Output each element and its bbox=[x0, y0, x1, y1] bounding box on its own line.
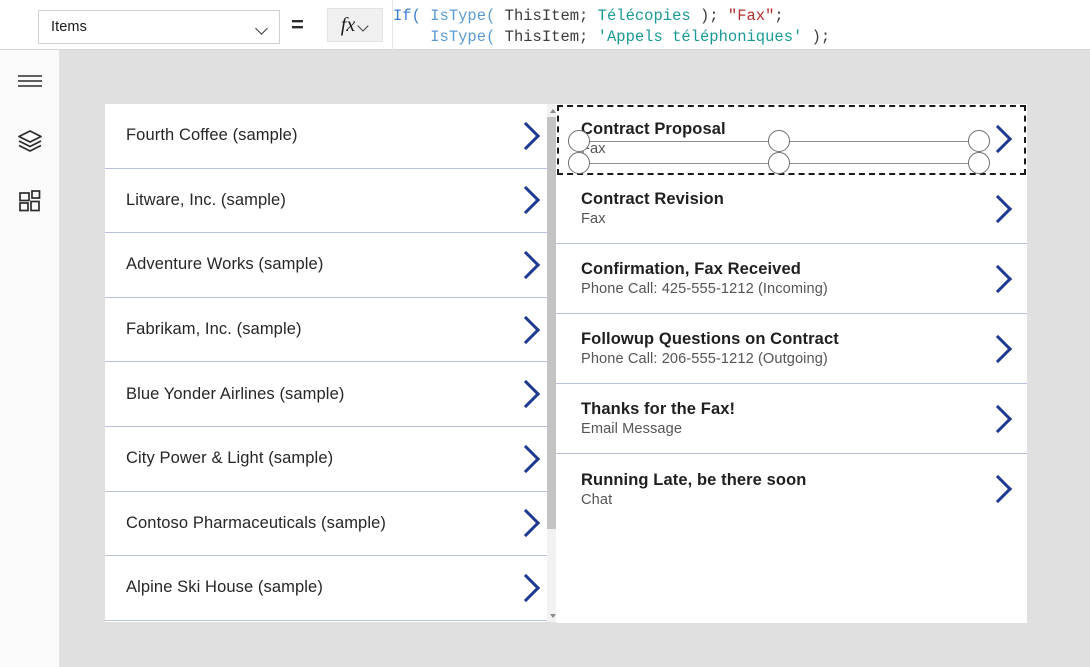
list-item[interactable]: Alpine Ski House (sample) bbox=[105, 556, 557, 621]
list-item-title: Contoso Pharmaceuticals (sample) bbox=[126, 513, 386, 532]
list-item-text: Alpine Ski House (sample) bbox=[126, 578, 505, 597]
list-item[interactable]: Followup Questions on Contract Phone Call… bbox=[556, 314, 1027, 384]
formula-token: ; bbox=[774, 7, 784, 25]
list-item-title: Adventure Works (sample) bbox=[126, 255, 324, 274]
list-item-text: Contract Proposal Fax bbox=[581, 120, 977, 157]
list-item-text: Confirmation, Fax Received Phone Call: 42… bbox=[581, 260, 977, 297]
list-item-text: Fabrikam, Inc. (sample) bbox=[126, 320, 505, 339]
list-item-subtitle: Chat bbox=[581, 491, 613, 508]
power-apps-studio: Items = fx If( IsType( ThisItem; Télécop… bbox=[0, 0, 1090, 667]
chevron-right-icon[interactable] bbox=[985, 122, 1011, 156]
list-item-subtitle: Phone Call: 425-555-1212 (Incoming) bbox=[581, 281, 828, 297]
layers-icon bbox=[17, 129, 43, 158]
chevron-right-icon[interactable] bbox=[513, 183, 539, 217]
formula-token: ThisItem; bbox=[495, 28, 598, 46]
chevron-right-icon[interactable] bbox=[513, 248, 539, 282]
list-item-text: Contoso Pharmaceuticals (sample) bbox=[126, 514, 505, 533]
chevron-right-icon[interactable] bbox=[985, 262, 1011, 296]
list-item-text: City Power & Light (sample) bbox=[126, 449, 505, 468]
list-item[interactable]: Contoso Pharmaceuticals (sample) bbox=[105, 491, 557, 557]
sidebar-item-components[interactable] bbox=[0, 181, 60, 225]
formula-token: Télécopies bbox=[597, 7, 691, 25]
formula-token bbox=[393, 28, 430, 46]
right-gallery[interactable]: Contract Proposal Fax Contract Revision Fax… bbox=[556, 104, 1027, 623]
list-item[interactable]: Running Late, be there soon Chat bbox=[556, 454, 1027, 524]
property-dropdown[interactable]: Items bbox=[38, 10, 280, 44]
chevron-down-icon bbox=[256, 21, 269, 34]
chevron-right-icon[interactable] bbox=[985, 192, 1011, 226]
list-item-text: Litware, Inc. (sample) bbox=[126, 191, 505, 210]
list-item[interactable]: Adventure Works (sample) bbox=[105, 233, 557, 298]
list-item-title: Followup Questions on Contract bbox=[581, 330, 839, 348]
equals-sign: = bbox=[291, 12, 304, 37]
formula-bar: Items = fx If( IsType( ThisItem; Télécop… bbox=[0, 0, 1090, 50]
formula-token: ); bbox=[802, 28, 831, 46]
list-item-title: Contract Proposal bbox=[581, 120, 726, 138]
list-item-text: Contract Revision Fax bbox=[581, 190, 977, 227]
list-item-title: Confirmation, Fax Received bbox=[581, 260, 801, 278]
fx-button[interactable]: fx bbox=[327, 8, 383, 42]
chevron-right-icon[interactable] bbox=[985, 402, 1011, 436]
formula-input[interactable]: If( IsType( ThisItem; Télécopies ); "Fax… bbox=[392, 0, 1090, 50]
list-item[interactable]: City Power & Light (sample) bbox=[105, 426, 557, 492]
list-item-title: Blue Yonder Airlines (sample) bbox=[126, 384, 345, 403]
formula-token: "Fax" bbox=[727, 7, 775, 25]
chevron-right-icon[interactable] bbox=[513, 377, 539, 411]
list-item-title: Thanks for the Fax! bbox=[581, 400, 736, 418]
list-item-subtitle: Email Message bbox=[581, 421, 683, 437]
list-item[interactable]: Contract Revision Fax bbox=[556, 174, 1027, 244]
chevron-right-icon[interactable] bbox=[513, 119, 539, 153]
formula-line: IsType( ThisItem; 'Appels téléphoniques'… bbox=[393, 27, 1090, 48]
property-dropdown-value: Items bbox=[51, 19, 87, 35]
left-icon-rail bbox=[0, 50, 60, 667]
list-item-text: Running Late, be there soon Chat bbox=[581, 471, 977, 508]
list-item-selected[interactable]: Contract Proposal Fax bbox=[556, 104, 1027, 174]
sidebar-item-tree-view[interactable] bbox=[0, 121, 60, 165]
formula-token: If( bbox=[393, 7, 421, 25]
list-item-text: Followup Questions on Contract Phone Call… bbox=[581, 330, 977, 367]
formula-token: 'Appels téléphoniques' bbox=[597, 28, 803, 46]
left-gallery[interactable]: Fourth Coffee (sample) Litware, Inc. (sam… bbox=[105, 104, 557, 622]
list-item-title: Litware, Inc. (sample) bbox=[126, 190, 286, 209]
hamburger-menu-icon bbox=[16, 71, 44, 96]
formula-token: ); bbox=[690, 7, 728, 25]
list-item-title: Running Late, be there soon bbox=[581, 470, 807, 489]
chevron-down-icon bbox=[358, 20, 369, 31]
formula-token bbox=[421, 7, 430, 25]
chevron-right-icon[interactable] bbox=[513, 571, 539, 605]
list-item-title: Alpine Ski House (sample) bbox=[126, 578, 323, 597]
chevron-right-icon[interactable] bbox=[985, 472, 1011, 506]
list-item-title: Fourth Coffee (sample) bbox=[126, 126, 298, 145]
chevron-right-icon[interactable] bbox=[513, 442, 539, 476]
components-grid-icon bbox=[18, 189, 42, 218]
list-item-title: Contract Revision bbox=[581, 190, 724, 208]
formula-token: ThisItem; bbox=[495, 7, 598, 25]
list-item[interactable]: Fourth Coffee (sample) bbox=[105, 104, 557, 169]
list-item-subtitle: Phone Call: 206-555-1212 (Outgoing) bbox=[581, 351, 828, 367]
chevron-right-icon[interactable] bbox=[513, 313, 539, 347]
formula-line: If( IsType( ThisItem; Télécopies ); "Fax… bbox=[393, 6, 1090, 27]
list-item[interactable]: Blue Yonder Airlines (sample) bbox=[105, 362, 557, 427]
list-item-text: Adventure Works (sample) bbox=[126, 255, 505, 274]
list-item-subtitle: Fax bbox=[581, 141, 606, 157]
list-item-text: Fourth Coffee (sample) bbox=[126, 126, 505, 145]
list-item-subtitle: Fax bbox=[581, 211, 606, 227]
list-item-text: Thanks for the Fax! Email Message bbox=[581, 400, 977, 437]
formula-token: IsType( bbox=[430, 28, 496, 46]
list-item-text: Blue Yonder Airlines (sample) bbox=[126, 385, 505, 404]
sidebar-item-menu[interactable] bbox=[0, 61, 60, 105]
list-item-title: City Power & Light (sample) bbox=[126, 449, 334, 468]
list-item[interactable]: Fabrikam, Inc. (sample) bbox=[105, 297, 557, 363]
chevron-right-icon[interactable] bbox=[985, 332, 1011, 366]
fx-glyph: fx bbox=[340, 13, 356, 36]
list-item-title: Fabrikam, Inc. (sample) bbox=[126, 320, 302, 339]
list-item[interactable]: Thanks for the Fax! Email Message bbox=[556, 384, 1027, 454]
formula-token: IsType( bbox=[430, 7, 496, 25]
chevron-right-icon[interactable] bbox=[513, 506, 539, 540]
list-item[interactable]: Litware, Inc. (sample) bbox=[105, 168, 557, 234]
list-item[interactable]: Confirmation, Fax Received Phone Call: 42… bbox=[556, 244, 1027, 314]
